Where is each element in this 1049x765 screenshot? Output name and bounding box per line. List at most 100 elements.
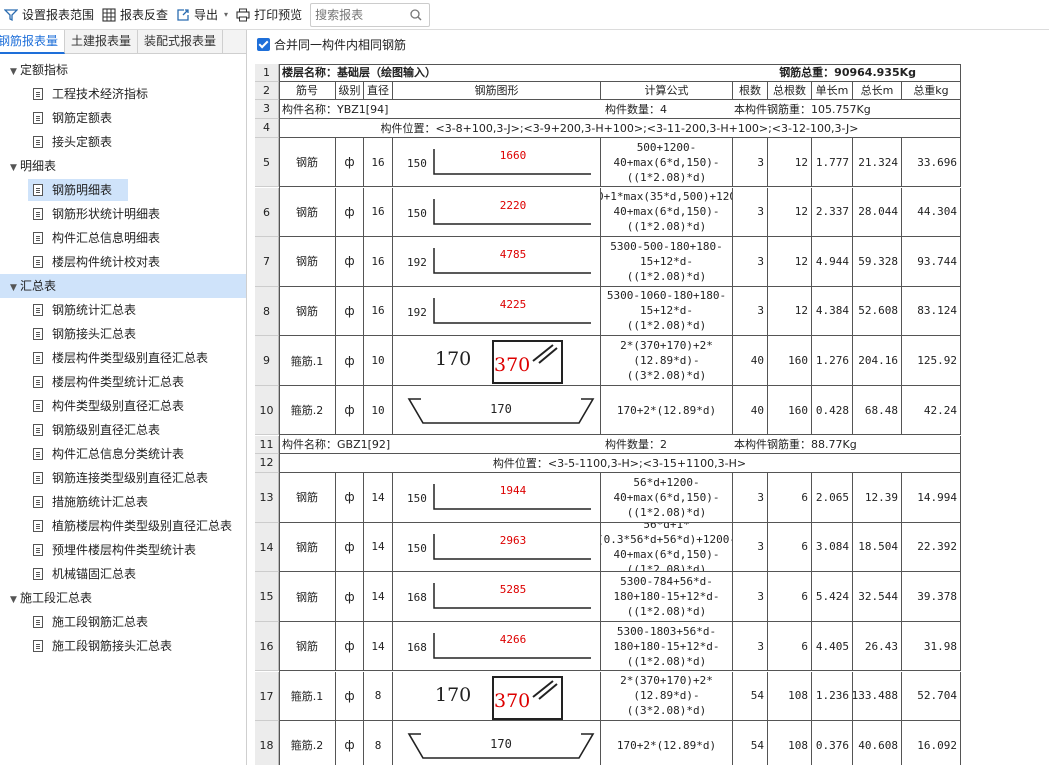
tree-report-item[interactable]: 钢筋明细表 xyxy=(0,178,246,202)
tree-report-item[interactable]: 施工段钢筋汇总表 xyxy=(0,610,246,634)
chevron-down-icon[interactable]: ▼ xyxy=(10,588,20,612)
row-number[interactable]: 13 xyxy=(255,473,279,523)
tree-report-item[interactable]: 构件汇总信息明细表 xyxy=(0,226,246,250)
bar-total-weight: 16.092 xyxy=(902,721,961,765)
row-number[interactable]: 11 xyxy=(255,435,279,455)
row-number[interactable]: 5 xyxy=(255,137,279,188)
bar-total-length: 32.544 xyxy=(853,572,902,622)
bar-name: 箍筋.1 xyxy=(279,671,336,722)
bar-shape: 150 2963 xyxy=(393,522,601,573)
report-search-box[interactable] xyxy=(310,2,431,27)
stirrup-length: 370 xyxy=(494,354,531,377)
report-search-input[interactable] xyxy=(311,3,408,26)
merge-option[interactable]: 合并同一构件内相同钢筋 xyxy=(248,30,1049,58)
tree-report-item[interactable]: 钢筋级别直径汇总表 xyxy=(0,418,246,442)
tree-report-item[interactable]: 接头定额表 xyxy=(0,130,246,154)
row-number[interactable]: 3 xyxy=(255,100,279,120)
row-number[interactable]: 1 xyxy=(255,64,279,82)
row-number[interactable]: 4 xyxy=(255,119,279,138)
tree-report-item[interactable]: 楼层构件类型级别直径汇总表 xyxy=(0,346,246,370)
export-button[interactable]: 导出 ▾ xyxy=(172,0,232,30)
tab-civil-report[interactable]: 土建报表量 xyxy=(65,30,139,54)
tree-report-item[interactable]: 机械锚固汇总表 xyxy=(0,562,246,586)
member-count: 构件数量：2 xyxy=(605,438,667,452)
tree-category[interactable]: ▼ 施工段汇总表 xyxy=(0,586,246,610)
column-header: 根数 xyxy=(733,81,768,101)
bar-total-count: 108 xyxy=(768,671,812,722)
tree-report-label: 预埋件楼层构件类型统计表 xyxy=(52,543,197,557)
row-number[interactable]: 17 xyxy=(255,671,279,722)
stirrup-hook-length: 170 xyxy=(490,737,512,752)
shape-hook-length: 168 xyxy=(407,591,427,605)
row-number[interactable]: 12 xyxy=(255,454,279,474)
column-header: 直径 xyxy=(364,81,393,101)
row-number[interactable]: 16 xyxy=(255,621,279,672)
set-report-range-button[interactable]: 设置报表范围 xyxy=(0,0,98,30)
tree-report-item[interactable]: 钢筋连接类型级别直径汇总表 xyxy=(0,466,246,490)
bar-total-length: 133.488 xyxy=(853,671,902,722)
report-tree: ▼ 定额指标 工程技术经济指标钢筋定额表接头定额表 ▼ 明细表 钢筋明细表钢筋形状统计明细… xyxy=(0,54,246,658)
chevron-down-icon[interactable]: ▼ xyxy=(10,60,20,84)
chevron-down-icon[interactable]: ▼ xyxy=(10,276,20,300)
merge-checkbox[interactable] xyxy=(257,37,270,51)
row-number[interactable]: 9 xyxy=(255,336,279,386)
chevron-down-icon[interactable]: ▼ xyxy=(10,156,20,180)
row-number[interactable]: 6 xyxy=(255,187,279,238)
bar-total-length: 52.608 xyxy=(853,286,902,337)
tree-report-item[interactable]: 构件汇总信息分类统计表 xyxy=(0,442,246,466)
document-icon xyxy=(33,328,43,340)
row-number[interactable]: 14 xyxy=(255,522,279,573)
bar-total-weight: 14.994 xyxy=(902,473,961,523)
chevron-down-icon[interactable]: ▾ xyxy=(224,10,228,19)
row-number[interactable]: 7 xyxy=(255,237,279,287)
tree-report-item[interactable]: 钢筋统计汇总表 xyxy=(0,298,246,322)
tree-category[interactable]: ▼ 明细表 xyxy=(0,154,246,178)
tree-report-item[interactable]: 植筋楼层构件类型级别直径汇总表 xyxy=(0,514,246,538)
print-preview-button[interactable]: 打印预览 xyxy=(232,0,306,30)
document-icon xyxy=(33,448,43,460)
bar-total-count: 160 xyxy=(768,336,812,386)
tree-report-item[interactable]: 楼层构件统计校对表 xyxy=(0,250,246,274)
bar-total-length: 28.044 xyxy=(853,187,902,238)
search-icon[interactable] xyxy=(408,7,424,23)
tree-report-item[interactable]: 楼层构件类型统计汇总表 xyxy=(0,370,246,394)
bar-count: 3 xyxy=(733,187,768,238)
bar-formula: 170+2*(12.89*d) xyxy=(601,721,733,765)
bar-name: 钢筋 xyxy=(279,237,336,287)
member-count: 构件数量：4 xyxy=(605,103,667,117)
bar-total-length: 59.328 xyxy=(853,237,902,287)
tree-report-item[interactable]: 钢筋定额表 xyxy=(0,106,246,130)
tree-category[interactable]: ▼ 汇总表 xyxy=(0,274,246,298)
bar-formula: 5300-1060-180+180-15+12*d-((1*2.08)*d) xyxy=(601,286,733,337)
report-lookup-button[interactable]: 报表反查 xyxy=(98,0,172,30)
bar-name: 钢筋 xyxy=(279,572,336,622)
bar-total-length: 18.504 xyxy=(853,522,902,573)
tree-report-item[interactable]: 钢筋接头汇总表 xyxy=(0,322,246,346)
bar-unit-length: 0.428 xyxy=(812,385,853,436)
row-number[interactable]: 10 xyxy=(255,385,279,436)
tree-report-item[interactable]: 工程技术经济指标 xyxy=(0,82,246,106)
tree-report-item[interactable]: 构件类型级别直径汇总表 xyxy=(0,394,246,418)
tree-category[interactable]: ▼ 定额指标 xyxy=(0,58,246,82)
shape-hook-length: 150 xyxy=(407,492,427,506)
tree-report-item[interactable]: 措施筋统计汇总表 xyxy=(0,490,246,514)
tab-prefab-report[interactable]: 装配式报表量 xyxy=(138,30,224,54)
bar-formula: 5300-784+56*d-180+180-15+12*d-((1*2.08)*… xyxy=(601,572,733,622)
tree-report-item[interactable]: 施工段钢筋接头汇总表 xyxy=(0,634,246,658)
bar-grade: ф xyxy=(336,671,364,722)
member-weight: 本构件钢筋重：105.757Kg xyxy=(734,103,871,117)
tree-report-item[interactable]: 预埋件楼层构件类型统计表 xyxy=(0,538,246,562)
tree-report-item[interactable]: 钢筋形状统计明细表 xyxy=(0,202,246,226)
tree-report-label: 钢筋定额表 xyxy=(52,111,113,125)
bar-name: 钢筋 xyxy=(279,137,336,188)
row-number[interactable]: 2 xyxy=(255,81,279,101)
bar-unit-length: 2.337 xyxy=(812,187,853,238)
row-number[interactable]: 18 xyxy=(255,721,279,765)
tab-rebar-report[interactable]: 钢筋报表量 xyxy=(0,30,66,54)
tree-report-label: 钢筋形状统计明细表 xyxy=(52,207,161,221)
tree-report-label: 楼层构件类型级别直径汇总表 xyxy=(52,351,209,365)
report-nav-panel: 钢筋报表量 土建报表量 装配式报表量 ▼ 定额指标 工程技术经济指标钢筋定额表接头定… xyxy=(0,30,247,765)
bar-unit-length: 1.777 xyxy=(812,137,853,188)
row-number[interactable]: 8 xyxy=(255,286,279,337)
row-number[interactable]: 15 xyxy=(255,572,279,622)
